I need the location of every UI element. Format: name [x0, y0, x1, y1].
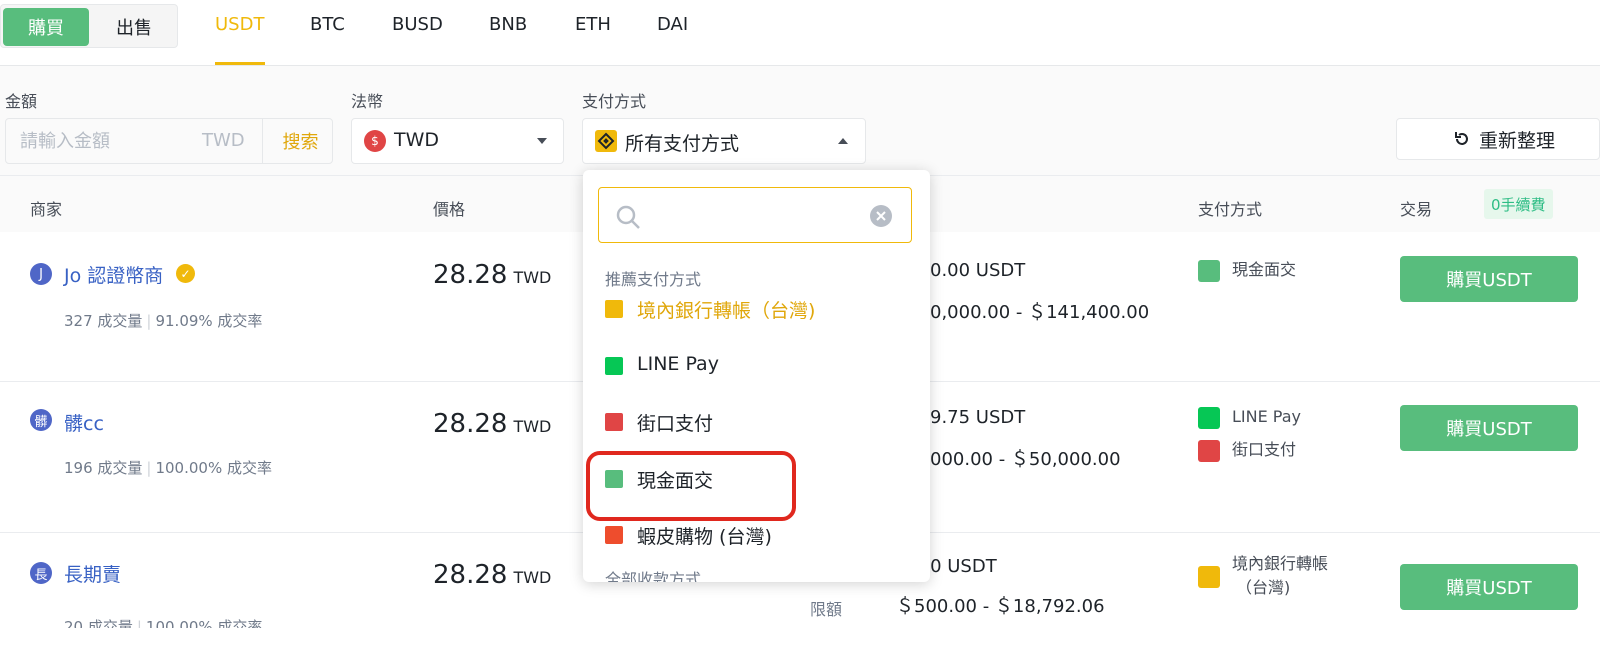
tab-dai[interactable]: DAI [657, 14, 688, 35]
price-header: 價格 [433, 200, 466, 219]
tab-btc[interactable]: BTC [310, 14, 345, 35]
all-methods-section-label: 全部收款方式 [605, 570, 702, 582]
payment-method: （台灣) [1236, 578, 1291, 597]
buy-usdt-button[interactable]: 購買USDT [1400, 564, 1578, 610]
binance-logo-icon [595, 130, 617, 152]
dropdown-item-label: 境內銀行轉帳（台灣) [637, 300, 816, 322]
dropdown-item-label: 蝦皮購物 (台灣) [637, 526, 772, 548]
cash-icon [1198, 260, 1220, 282]
avatar: J [30, 263, 52, 285]
payment-label: 支付方式 [582, 92, 647, 111]
dropdown-item-label: LINE Pay [637, 353, 719, 375]
chevron-down-icon [537, 138, 547, 144]
avatar: 長 [30, 562, 52, 584]
buy-usdt-button[interactable]: 購買USDT [1400, 256, 1578, 302]
payment-method: 境內銀行轉帳 [1232, 554, 1329, 573]
dropdown-item-jkopay[interactable]: 街口支付 [605, 401, 905, 441]
payment-search-input[interactable] [598, 187, 912, 243]
trade-limit: 000.00 - ＄50,000.00 [930, 449, 1121, 470]
search-icon [616, 205, 640, 229]
merchant-name[interactable]: 髒cc [64, 409, 104, 436]
shopee-icon [605, 526, 623, 544]
price: 28.28 TWD [433, 560, 552, 590]
chevron-up-icon [838, 138, 848, 144]
trade-limit: 0,000.00 - ＄141,400.00 [930, 302, 1150, 323]
bank-icon [1198, 566, 1220, 588]
top-bar: 購買 出售 USDT BTC BUSD BNB ETH DAI [0, 0, 1600, 66]
line-pay-icon [605, 357, 623, 375]
available-amount: 9.75 USDT [930, 407, 1026, 428]
trade-limit: ＄500.00 - ＄18,792.06 [896, 596, 1105, 617]
search-button[interactable]: 搜索 [262, 119, 338, 163]
avatar: 髒 [30, 409, 52, 431]
highlight-annotation [586, 451, 796, 521]
merchant-stats: 196 成交量 | 100.00% 成交率 [64, 459, 272, 477]
bank-icon [605, 300, 623, 318]
jkopay-icon [605, 413, 623, 431]
amount-field: TWD 搜索 [5, 118, 333, 164]
zero-fee-badge: 0手續費 [1484, 189, 1553, 219]
recommended-section-label: 推薦支付方式 [605, 270, 702, 289]
refresh-icon [1455, 132, 1468, 145]
jkopay-icon [1198, 440, 1220, 462]
sell-toggle-button[interactable]: 出售 [91, 8, 177, 46]
payment-select[interactable]: 所有支付方式 [582, 118, 866, 164]
fiat-value: TWD [394, 129, 440, 151]
payment-method: 街口支付 [1232, 440, 1297, 459]
dropdown-item-line-pay[interactable]: LINE Pay [605, 345, 905, 385]
trade-header: 交易 [1400, 200, 1433, 219]
tab-busd[interactable]: BUSD [392, 14, 443, 35]
merchant-header: 商家 [30, 200, 63, 219]
active-tab-indicator [215, 62, 265, 65]
payment-value: 所有支付方式 [625, 133, 740, 155]
limit-label: 限額 [810, 600, 843, 619]
twd-currency-icon: $ [364, 130, 386, 152]
clear-icon[interactable] [869, 204, 893, 228]
refresh-button[interactable]: 重新整理 [1396, 118, 1600, 160]
dropdown-item-label: 街口支付 [637, 413, 714, 435]
payment-method: LINE Pay [1232, 407, 1301, 426]
line-pay-icon [1198, 407, 1220, 429]
fiat-label: 法幣 [351, 92, 384, 111]
buy-toggle-button[interactable]: 購買 [3, 8, 89, 46]
tab-eth[interactable]: ETH [575, 14, 611, 35]
dropdown-item-bank-transfer[interactable]: 境內銀行轉帳（台灣) [605, 288, 905, 328]
price: 28.28 TWD [433, 409, 552, 439]
amount-unit: TWD [202, 130, 245, 151]
merchant-stats: 20 成交量 | 100.00% 成交率 [64, 618, 263, 628]
price: 28.28 TWD [433, 260, 552, 290]
payment-header: 支付方式 [1198, 200, 1263, 219]
amount-label: 金額 [5, 92, 38, 111]
verified-badge-icon: ✓ [176, 264, 195, 283]
buy-sell-toggle: 購買 出售 [0, 4, 178, 48]
fiat-select[interactable]: $ TWD [351, 118, 564, 164]
available-amount: 0.00 USDT [930, 260, 1026, 281]
payment-method: 現金面交 [1232, 260, 1297, 279]
tab-bnb[interactable]: BNB [489, 14, 527, 35]
merchant-name[interactable]: Jo 認證幣商 [64, 261, 163, 288]
refresh-label: 重新整理 [1479, 129, 1556, 152]
tab-usdt[interactable]: USDT [215, 14, 264, 35]
merchant-stats: 327 成交量 | 91.09% 成交率 [64, 312, 263, 330]
amount-input[interactable] [20, 119, 190, 163]
merchant-name[interactable]: 長期賣 [64, 560, 121, 587]
buy-usdt-button[interactable]: 購買USDT [1400, 405, 1578, 451]
